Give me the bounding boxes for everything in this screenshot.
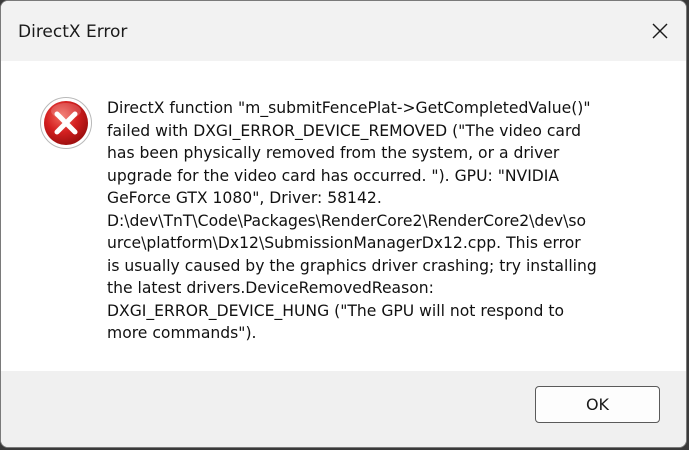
error-icon	[40, 97, 92, 149]
window-title: DirectX Error	[18, 22, 128, 42]
error-message: DirectX function "m_submitFencePlat->Get…	[107, 99, 597, 342]
close-button[interactable]	[642, 13, 678, 49]
ok-button[interactable]: OK	[535, 386, 660, 423]
dialog-content: DirectX function "m_submitFencePlat->Get…	[1, 61, 686, 371]
dialog-footer: OK	[1, 371, 686, 447]
close-icon	[652, 23, 668, 39]
title-bar[interactable]: DirectX Error	[1, 1, 686, 61]
error-dialog-window: DirectX Error DirectX function "m_submit…	[0, 0, 687, 448]
